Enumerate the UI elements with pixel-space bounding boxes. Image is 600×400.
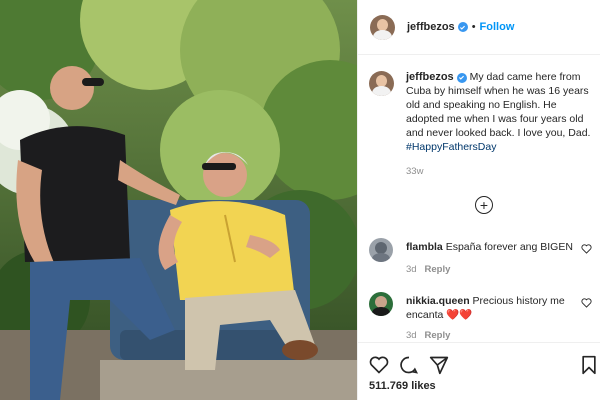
post-image [0,0,357,400]
comment-icon[interactable] [399,355,419,375]
caption-username[interactable]: jeffbezos [406,71,454,83]
action-bar [357,342,600,375]
commenter-username[interactable]: flambla [406,241,443,253]
caption-timestamp[interactable]: 33w [406,166,423,177]
heart-icon[interactable] [581,298,592,308]
caption-text: jeffbezos My dad came here from Cuba by … [406,70,592,154]
caption-author-avatar[interactable] [369,71,394,96]
plus-circle-icon[interactable]: + [475,196,493,214]
bookmark-icon[interactable] [579,355,599,375]
likes-count[interactable]: 511.769 likes [369,380,436,392]
avatar-body [372,86,391,96]
comment-text: nikkia.queen Precious history me encanta… [406,294,581,322]
separator-dot: • [471,21,476,33]
reply-button[interactable]: Reply [425,264,451,275]
heart-icon[interactable] [581,244,592,254]
comment-meta: 3d Reply [406,264,450,275]
author-username[interactable]: jeffbezos [407,21,455,33]
commenter-username[interactable]: nikkia.queen [406,295,470,307]
follow-button[interactable]: Follow [480,21,515,33]
post-header: jeffbezos • Follow [358,0,600,55]
commenter-avatar[interactable] [369,238,393,262]
comment-body: España forever ang BIGEN [445,241,573,253]
verified-badge-icon [457,22,468,32]
caption-hashtag[interactable]: #HappyFathersDay [406,141,496,153]
reply-button[interactable]: Reply [425,330,451,341]
post-photo[interactable] [0,0,357,400]
heart-icon[interactable] [369,355,389,375]
verified-badge-icon [456,72,467,83]
comment-time[interactable]: 3d [406,264,417,275]
author-avatar[interactable] [370,14,395,40]
comment-time[interactable]: 3d [406,330,417,341]
comment-text: flambla España forever ang BIGEN [406,240,581,254]
comment-emoji: ❤️❤️ [446,309,473,321]
commenter-avatar[interactable] [369,292,393,316]
avatar-face [377,18,388,31]
comment-meta: 3d Reply [406,330,450,341]
avatar-body [373,29,392,40]
send-icon[interactable] [429,355,449,375]
caption-block: jeffbezos My dad came here from Cuba by … [369,70,597,154]
